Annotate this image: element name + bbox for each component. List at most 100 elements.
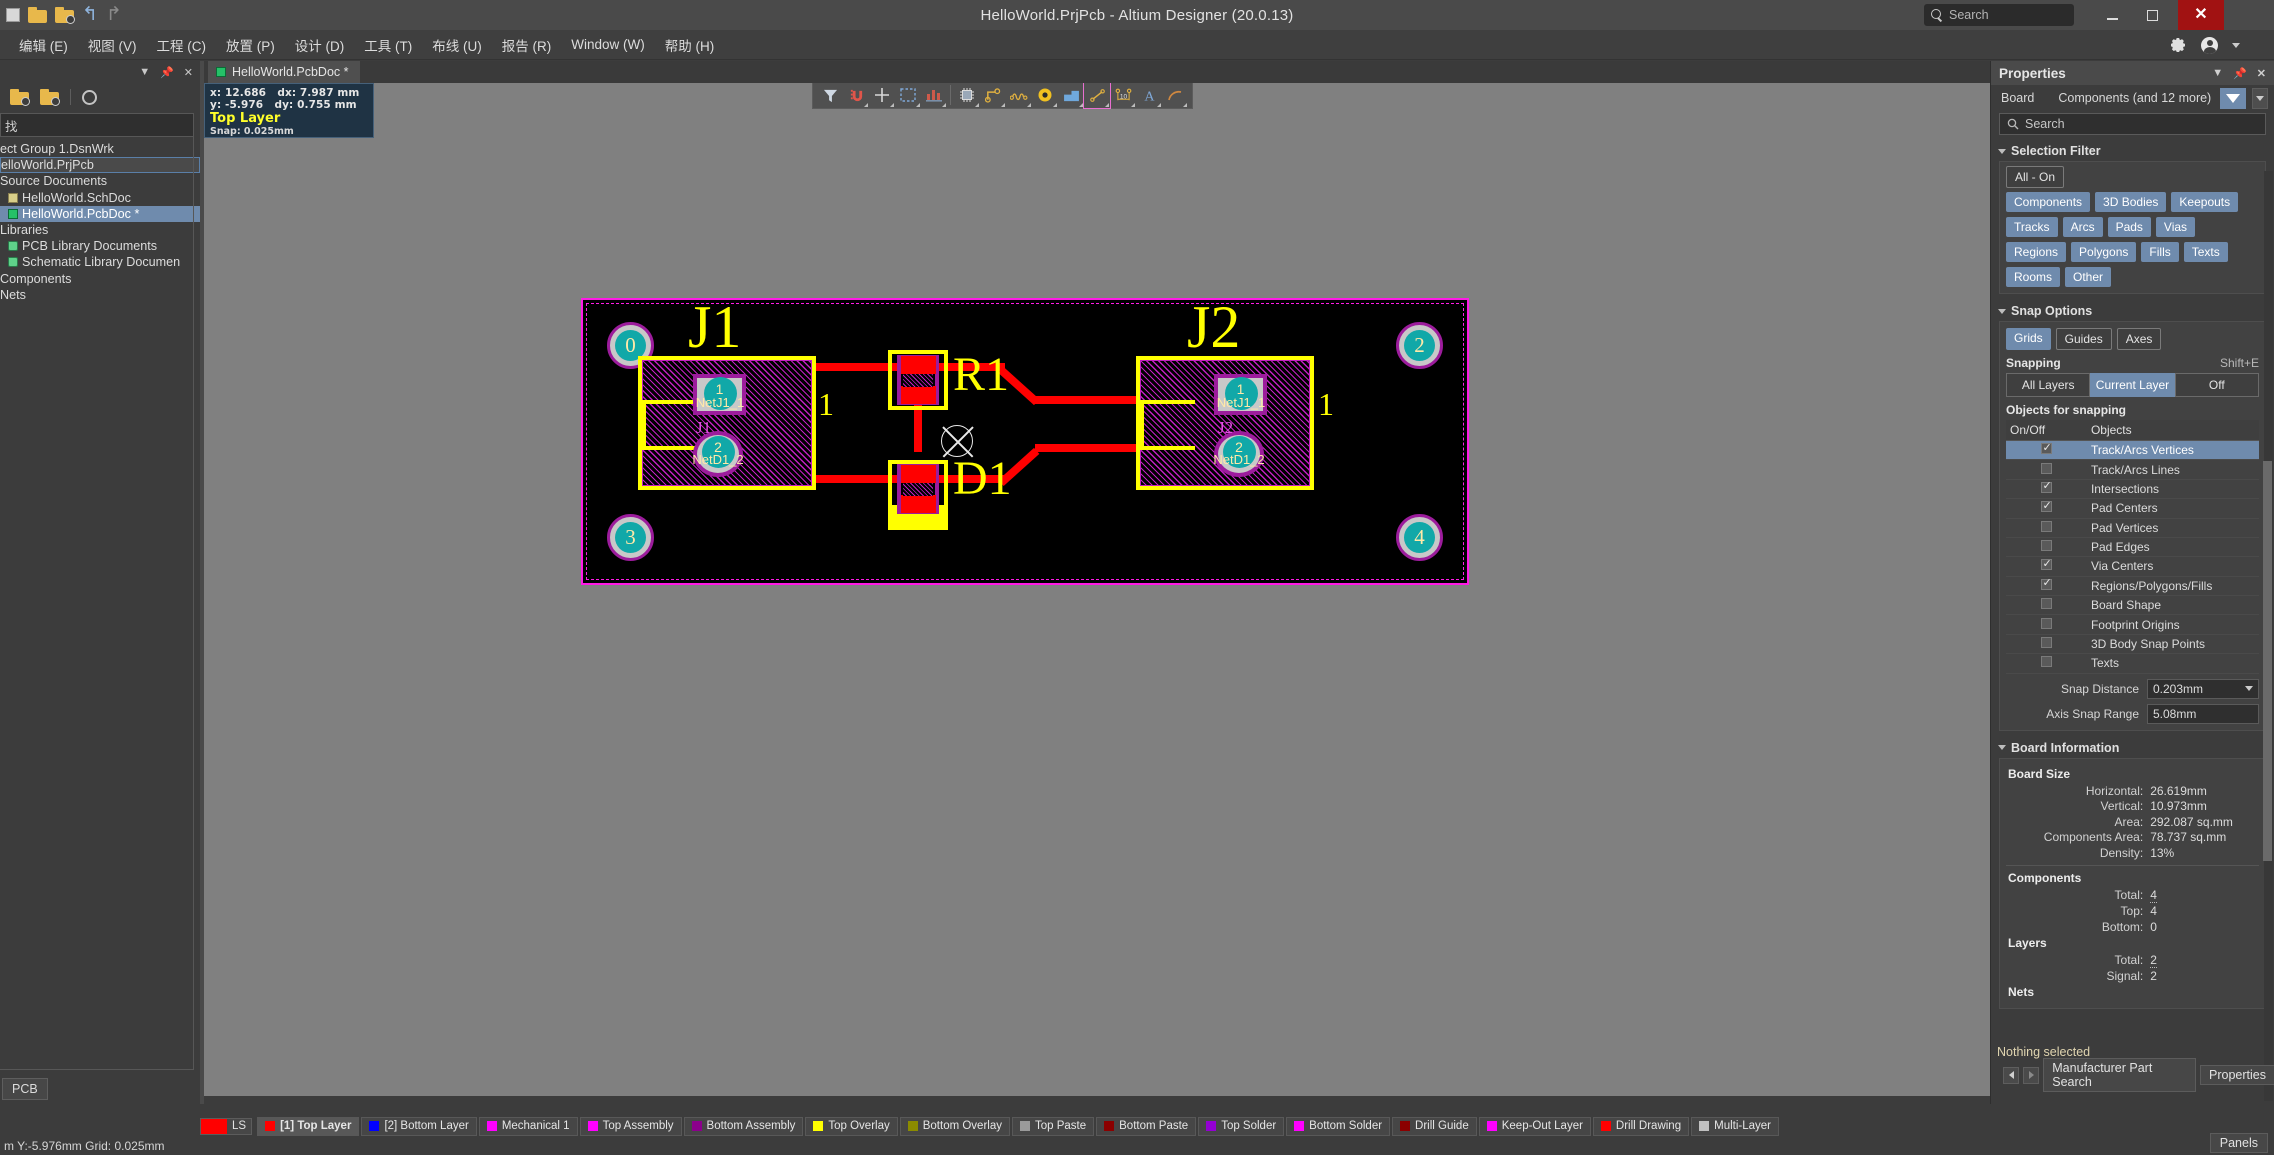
selection-rect-icon[interactable] xyxy=(895,83,921,108)
filter-chip-polygons[interactable]: Polygons xyxy=(2071,242,2137,262)
save-document-icon[interactable] xyxy=(55,7,75,24)
layer-tab-drill-drawing[interactable]: Drill Drawing xyxy=(1592,1116,1690,1136)
section-snap-options-header[interactable]: Snap Options xyxy=(1991,300,2274,321)
crosshair-icon[interactable] xyxy=(869,83,895,108)
layer-tab-bottom-paste[interactable]: Bottom Paste xyxy=(1096,1116,1197,1136)
properties-scrollbar-thumb[interactable] xyxy=(2263,461,2272,861)
fill-icon[interactable] xyxy=(1058,83,1084,108)
interactive-length-tuning-icon[interactable] xyxy=(1006,83,1032,108)
new-document-icon[interactable] xyxy=(6,8,20,22)
refdes-R1[interactable]: R1 xyxy=(953,351,1009,399)
open-document-icon[interactable] xyxy=(28,7,47,23)
layer-tab-keep-out-layer[interactable]: Keep-Out Layer xyxy=(1478,1116,1591,1136)
filter-chip-keepouts[interactable]: Keepouts xyxy=(2171,192,2239,212)
checkbox[interactable] xyxy=(2040,557,2052,571)
magnet-icon[interactable] xyxy=(843,83,869,108)
document-tab-pcbdoc[interactable]: HelloWorld.PcbDoc * xyxy=(208,61,361,83)
table-row[interactable]: Pad Edges xyxy=(2006,537,2259,558)
tree-item-project[interactable]: elloWorld.PrjPcb xyxy=(0,157,200,174)
layer-tab-bottom-assembly[interactable]: Bottom Assembly xyxy=(683,1116,804,1136)
axis-snap-range-input[interactable]: 5.08mm xyxy=(2147,703,2259,724)
filter-chip-vias[interactable]: Vias xyxy=(2155,217,2196,237)
redo-icon[interactable]: ↱ xyxy=(106,5,122,24)
table-row[interactable]: Footprint Origins xyxy=(2006,614,2259,635)
panel-tab-properties[interactable]: Properties xyxy=(2200,1065,2274,1085)
line-dimension-icon[interactable] xyxy=(1083,83,1111,109)
component-J1[interactable]: 1 NetJ1_1 2 NetD1_2 J1 xyxy=(638,356,816,490)
panel-tab-pcb[interactable]: PCB xyxy=(2,1078,48,1100)
mounting-pad-4[interactable]: 4 xyxy=(1396,514,1443,561)
track-segment[interactable] xyxy=(1035,444,1141,452)
close-icon[interactable]: ✕ xyxy=(2257,67,2266,80)
minimize-button[interactable] xyxy=(2094,0,2130,30)
text-icon[interactable]: A xyxy=(1136,83,1162,108)
menu-item-place[interactable]: 放置 (P) xyxy=(217,31,284,59)
tree-item-design-workspace[interactable]: ect Group 1.DsnWrk xyxy=(0,141,200,157)
checkbox[interactable] xyxy=(2040,636,2052,648)
menu-item-route[interactable]: 布线 (U) xyxy=(423,31,491,59)
table-row[interactable]: Board Shape xyxy=(2006,595,2259,616)
chevron-down-icon[interactable] xyxy=(2232,42,2240,48)
close-icon[interactable]: ✕ xyxy=(184,66,193,79)
filter-chip-regions[interactable]: Regions xyxy=(2006,242,2067,262)
snap-mode-axes[interactable]: Axes xyxy=(2116,328,2162,350)
tab-scroll-left-button[interactable] xyxy=(2003,1066,2020,1084)
layer-tab-multi-layer[interactable]: Multi-Layer xyxy=(1691,1116,1779,1136)
refdes-J2[interactable]: J2 xyxy=(1187,297,1240,357)
panels-button[interactable]: Panels xyxy=(2209,1133,2268,1153)
snap-mode-guides[interactable]: Guides xyxy=(2055,328,2112,350)
table-row[interactable]: Pad Vertices xyxy=(2006,518,2259,538)
menu-item-window[interactable]: Window (W) xyxy=(562,33,654,56)
panel-dropdown-icon[interactable]: ▼ xyxy=(139,66,150,78)
mounting-pad-3[interactable]: 3 xyxy=(607,514,654,561)
checkbox[interactable] xyxy=(2040,441,2052,455)
layer-tab-drill-guide[interactable]: Drill Guide xyxy=(1392,1116,1477,1136)
tree-group-schematic-library-documents[interactable]: Schematic Library Documen xyxy=(0,254,200,270)
snapping-all-layers[interactable]: All Layers xyxy=(2006,373,2091,397)
pcb-canvas[interactable]: x: 12.686 dx: 7.987 mm y: -5.976 dy: 0.7… xyxy=(204,83,1990,1096)
layer-tab-top-overlay[interactable]: Top Overlay xyxy=(805,1116,898,1136)
pad-D1-1[interactable] xyxy=(901,465,936,483)
section-board-information-header[interactable]: Board Information xyxy=(1991,737,2274,758)
refdes-D1[interactable]: D1 xyxy=(953,455,1012,503)
properties-search-input[interactable]: Search xyxy=(1999,113,2266,135)
panel-dropdown-icon[interactable]: ▼ xyxy=(2212,67,2223,79)
chevron-down-icon[interactable] xyxy=(2252,87,2268,109)
checkbox[interactable] xyxy=(2040,462,2052,474)
close-button[interactable]: ✕ xyxy=(2178,0,2224,30)
pad-R1-1[interactable] xyxy=(901,356,936,374)
menu-item-design[interactable]: 设计 (D) xyxy=(286,31,354,59)
filter-icon[interactable] xyxy=(817,83,843,108)
filter-chip-3d-bodies[interactable]: 3D Bodies xyxy=(2095,192,2167,212)
track-segment[interactable] xyxy=(1035,396,1141,404)
checkbox[interactable] xyxy=(2040,656,2052,668)
layer-tab-top-paste[interactable]: Top Paste xyxy=(1011,1116,1095,1136)
pin-icon[interactable]: 📌 xyxy=(2233,67,2247,80)
checkbox[interactable] xyxy=(2040,576,2052,590)
filter-icon[interactable] xyxy=(2220,87,2246,109)
tree-group-components[interactable]: Components xyxy=(0,271,200,287)
filter-chip-fills[interactable]: Fills xyxy=(2141,242,2179,262)
layer-tab-top-solder[interactable]: Top Solder xyxy=(1198,1116,1285,1136)
row-value[interactable]: 2 xyxy=(2150,953,2157,968)
layer-tab-top-assembly[interactable]: Top Assembly xyxy=(579,1116,682,1136)
menu-item-tools[interactable]: 工具 (T) xyxy=(355,31,421,59)
pad-D1-2[interactable] xyxy=(901,495,936,513)
filter-chip-components[interactable]: Components xyxy=(2006,192,2091,212)
table-row[interactable]: Via Centers xyxy=(2006,556,2259,577)
layer-tab-bottom-solder[interactable]: Bottom Solder xyxy=(1286,1116,1391,1136)
table-row[interactable]: Track/Arcs Vertices xyxy=(2006,440,2259,461)
global-search-input[interactable]: Search xyxy=(1924,4,2074,26)
snapping-current-layer[interactable]: Current Layer xyxy=(2090,373,2175,397)
filter-chip-arcs[interactable]: Arcs xyxy=(2062,217,2103,237)
table-row[interactable]: Track/Arcs Lines xyxy=(2006,459,2259,480)
dimension-10-icon[interactable]: 10 xyxy=(1110,83,1136,108)
layer-tab-bottom-overlay[interactable]: Bottom Overlay xyxy=(899,1116,1010,1136)
properties-scrollbar-track[interactable] xyxy=(2263,171,2273,1101)
filter-chip-texts[interactable]: Texts xyxy=(2183,242,2228,262)
tree-group-source-documents[interactable]: Source Documents xyxy=(0,173,200,189)
checkbox[interactable] xyxy=(2040,499,2052,513)
layer-tab-mechanical-1[interactable]: Mechanical 1 xyxy=(478,1116,578,1136)
snap-mode-grids[interactable]: Grids xyxy=(2006,328,2051,350)
component-icon[interactable] xyxy=(954,83,980,108)
